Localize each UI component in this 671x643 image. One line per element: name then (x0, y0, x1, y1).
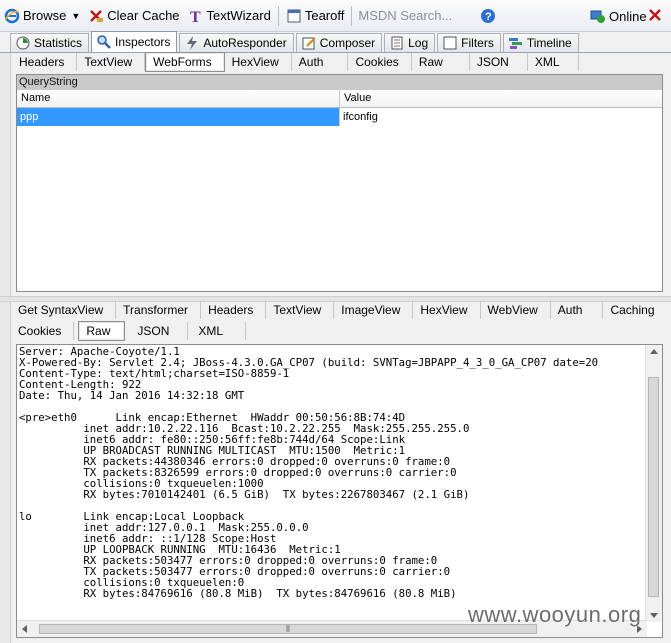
timeline-icon (508, 35, 524, 51)
network-online-icon (590, 8, 606, 24)
left-gutter (0, 53, 11, 643)
tab-timeline[interactable]: Timeline (502, 33, 579, 52)
statistics-icon (15, 35, 31, 51)
tab-label: Filters (461, 36, 494, 50)
ie-icon (4, 8, 20, 24)
table-row[interactable]: ppp ifconfig (17, 108, 662, 126)
querystring-title: QueryString (17, 75, 662, 90)
response-tab-webview[interactable]: WebView (481, 301, 551, 319)
textwizard-button[interactable]: T TextWizard (184, 4, 275, 28)
tearoff-icon (286, 8, 302, 24)
tab-label: Composer (319, 36, 376, 50)
browse-label: Browse (23, 8, 67, 23)
response-tab-strip-1: Get SyntaxView Transformer Headers TextV… (12, 299, 667, 321)
tab-autoresponder[interactable]: AutoResponder (179, 33, 294, 52)
column-header-name[interactable]: Name (17, 90, 340, 107)
svg-text:?: ? (485, 11, 492, 23)
request-tab-textview[interactable]: TextView (77, 53, 146, 71)
request-tab-headers[interactable]: Headers (12, 53, 78, 71)
msdn-search-placeholder: MSDN Search... (358, 8, 453, 23)
scroll-left-icon[interactable] (22, 625, 27, 633)
msdn-search-input[interactable]: MSDN Search... (355, 5, 476, 27)
response-tab-json[interactable]: JSON (125, 322, 189, 340)
request-tab-hexview[interactable]: HexView (225, 53, 292, 71)
response-tab-transformer[interactable]: Transformer (116, 301, 202, 319)
tab-inspectors[interactable]: Inspectors (91, 31, 178, 52)
vertical-scrollbar[interactable] (645, 345, 662, 622)
tab-statistics[interactable]: Statistics (10, 33, 90, 52)
response-tab-raw[interactable]: Raw (78, 321, 126, 341)
column-header-value[interactable]: Value (340, 90, 662, 107)
querystring-panel: QueryString Name Value ppp ifconfig (16, 74, 663, 292)
tab-composer[interactable]: Composer (295, 33, 383, 52)
request-tab-xml[interactable]: XML (528, 53, 579, 71)
querystring-header: Name Value (17, 90, 662, 108)
scroll-up-icon[interactable] (650, 349, 658, 354)
request-tab-auth[interactable]: Auth (292, 53, 349, 71)
chevron-down-icon[interactable]: ▼ (71, 11, 80, 21)
tab-filters[interactable]: Filters (437, 33, 501, 52)
response-tab-imageview[interactable]: ImageView (334, 301, 414, 319)
online-label: Online (609, 8, 647, 24)
toolbar-divider (277, 5, 279, 26)
close-icon[interactable] (647, 7, 663, 23)
clear-cache-icon (88, 8, 104, 24)
svg-text:T: T (190, 9, 201, 24)
param-value-cell[interactable]: ifconfig (340, 108, 662, 126)
horizontal-scroll-thumb[interactable]: ⦀ (39, 624, 537, 634)
response-tab-xml[interactable]: XML (188, 322, 247, 340)
tearoff-label: Tearoff (304, 8, 345, 23)
request-tab-webforms[interactable]: WebForms (145, 52, 225, 72)
tab-label: Statistics (34, 36, 83, 50)
tab-label: AutoResponder (203, 36, 287, 50)
response-tab-strip-2: Cookies Raw JSON XML (12, 320, 247, 342)
tab-label: Log (408, 36, 429, 50)
textwizard-icon: T (188, 8, 204, 24)
tab-label: Timeline (526, 36, 572, 50)
clear-cache-button[interactable]: Clear Cache (84, 4, 183, 28)
toolbar: Browse ▼ Clear Cache T TextWizard Tearof… (0, 0, 671, 32)
tearoff-button[interactable]: Tearoff (282, 4, 349, 28)
request-tab-raw[interactable]: Raw (412, 53, 470, 71)
composer-icon (301, 35, 317, 51)
watermark: www.wooyun.org (468, 602, 642, 627)
response-tab-auth[interactable]: Auth (551, 301, 604, 319)
log-icon (389, 35, 405, 51)
inspectors-icon (96, 34, 112, 50)
response-tab-caching[interactable]: Caching (603, 301, 666, 319)
response-tab-textview[interactable]: TextView (266, 301, 335, 319)
response-raw-view[interactable]: Server: Apache-Coyote/1.1 X-Powered-By: … (16, 344, 663, 638)
response-tab-headers[interactable]: Headers (201, 301, 267, 319)
help-icon[interactable]: ? (480, 8, 496, 24)
response-text[interactable]: Server: Apache-Coyote/1.1 X-Powered-By: … (17, 345, 662, 599)
param-name-cell[interactable]: ppp (17, 108, 340, 126)
lightning-icon (184, 35, 200, 51)
checkbox-icon (442, 35, 458, 51)
tab-label: Inspectors (115, 35, 171, 49)
toolbar-divider (351, 5, 353, 26)
request-tab-cookies[interactable]: Cookies (348, 53, 412, 71)
response-tab-cookies[interactable]: Cookies (12, 322, 75, 340)
response-tab-get-syntaxview[interactable]: Get SyntaxView (12, 301, 117, 319)
response-tab-hexview[interactable]: HexView (413, 301, 481, 319)
tab-log[interactable]: Log (384, 33, 436, 52)
vertical-scroll-thumb[interactable] (648, 377, 659, 597)
scroll-down-icon[interactable] (650, 613, 658, 618)
request-tab-json[interactable]: JSON (470, 53, 528, 71)
online-indicator[interactable]: Online (586, 4, 651, 28)
browse-button[interactable]: Browse ▼ (0, 4, 84, 28)
request-tab-strip: Headers TextView WebForms HexView Auth C… (12, 51, 579, 73)
main-tab-strip: Statistics Inspectors AutoResponder Comp… (0, 31, 671, 53)
textwizard-label: TextWizard (206, 8, 271, 23)
clear-cache-label: Clear Cache (107, 8, 180, 23)
